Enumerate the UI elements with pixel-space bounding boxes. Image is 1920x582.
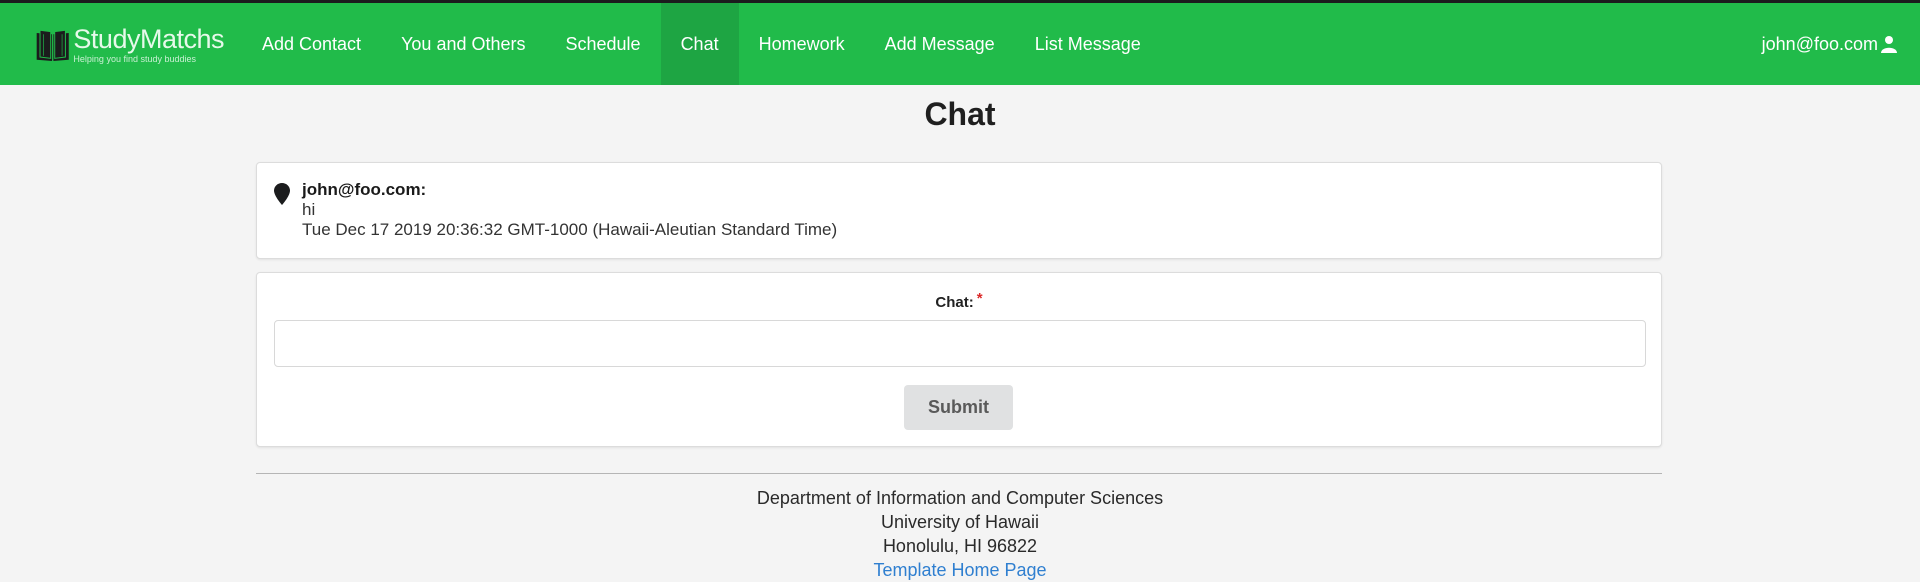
brand-name: StudyMatchs — [73, 24, 224, 54]
nav-list-message[interactable]: List Message — [1015, 3, 1161, 85]
required-mark: * — [976, 290, 983, 307]
brand-logo[interactable]: StudyMatchs Helping you find study buddi… — [34, 17, 224, 73]
footer-university: University of Hawaii — [880, 512, 1040, 532]
footer-divider — [256, 473, 1662, 474]
map-marker-icon — [274, 183, 290, 205]
message-item: john@foo.com: hi Tue Dec 17 2019 20:36:3… — [302, 180, 837, 240]
nav-add-contact[interactable]: Add Contact — [242, 3, 381, 85]
message-timestamp: Tue Dec 17 2019 20:36:32 GMT-1000 (Hawai… — [302, 220, 838, 239]
nav-you-and-others[interactable]: You and Others — [381, 3, 545, 85]
nav-schedule[interactable]: Schedule — [546, 3, 661, 85]
nav-homework[interactable]: Homework — [739, 3, 865, 85]
message-card: john@foo.com: hi Tue Dec 17 2019 20:36:3… — [256, 162, 1662, 259]
brand-text: StudyMatchs Helping you find study buddi… — [73, 26, 224, 64]
submit-button[interactable]: Submit — [904, 385, 1013, 430]
template-home-link[interactable]: Template Home Page — [873, 560, 1046, 580]
footer-department: Department of Information and Computer S… — [756, 488, 1164, 508]
chat-field-label: Chat: * — [257, 290, 1661, 311]
footer-address: Honolulu, HI 96822 — [882, 536, 1038, 556]
book-icon — [36, 29, 69, 62]
navbar: StudyMatchs Helping you find study buddi… — [0, 3, 1920, 85]
chat-input[interactable] — [274, 320, 1646, 367]
chat-label-text: Chat: — [935, 294, 974, 311]
user-email: john@foo.com — [1761, 33, 1878, 54]
message-text: hi — [302, 200, 316, 219]
user-menu[interactable]: john@foo.com — [1762, 3, 1898, 85]
message-sender: john@foo.com: — [302, 180, 427, 199]
nav-chat[interactable]: Chat — [660, 3, 739, 85]
nav-add-message[interactable]: Add Message — [865, 3, 1015, 85]
brand-tagline: Helping you find study buddies — [73, 54, 197, 64]
nav-menu: Add Contact You and Others Schedule Chat… — [242, 3, 1161, 85]
user-icon — [1881, 36, 1897, 53]
footer: Department of Information and Computer S… — [0, 486, 1920, 582]
page-title: Chat — [924, 96, 996, 132]
chat-form: Chat: * Submit — [256, 272, 1662, 447]
